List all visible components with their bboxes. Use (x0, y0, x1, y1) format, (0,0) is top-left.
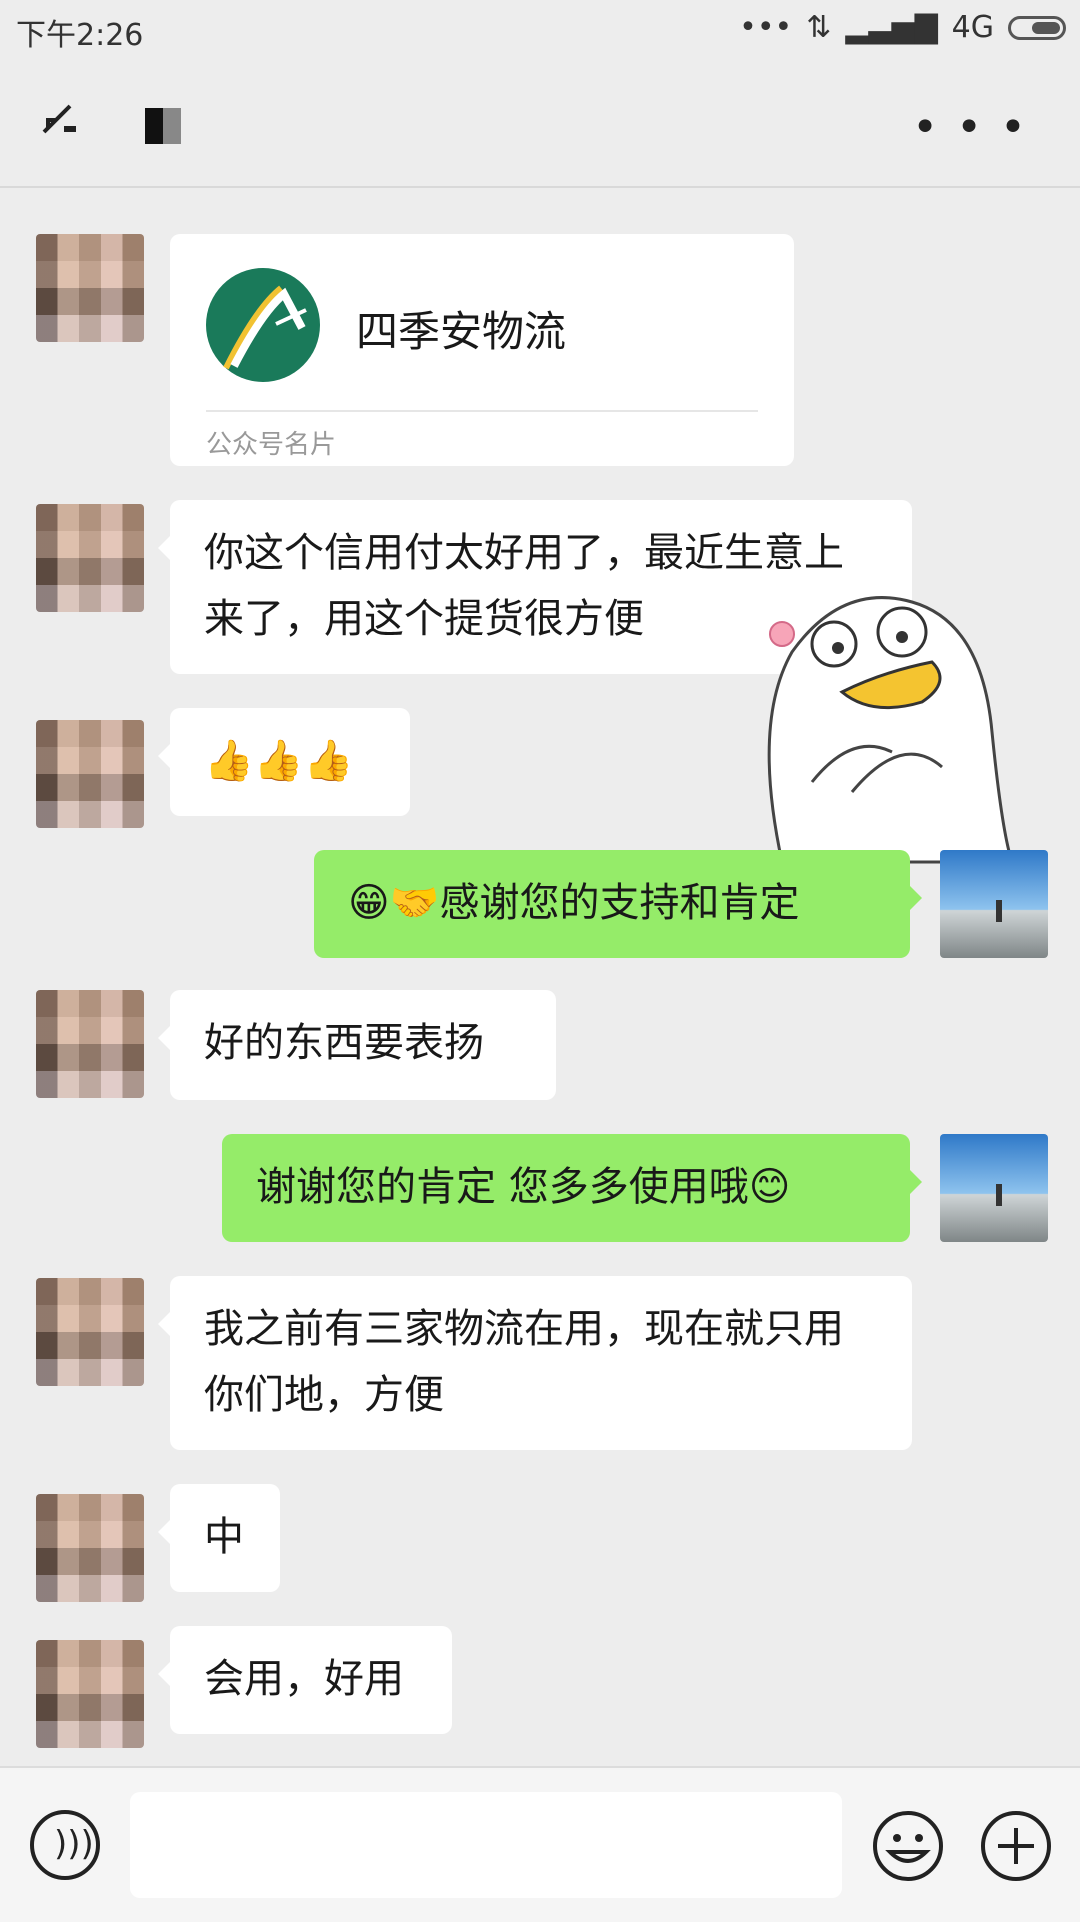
message-text: 中 (204, 1514, 244, 1560)
message-text: 我之前有三家物流在用，现在就只用你们地，方便 (204, 1306, 844, 1418)
official-account-card[interactable]: 四季安物流 公众号名片 (170, 234, 794, 466)
smile-icon: 😊 (748, 1164, 791, 1210)
message-text: 你这个信用付太好用了，最近生意上来了，用这个提货很方便 (204, 530, 844, 642)
voice-icon[interactable]: ))) (30, 1810, 100, 1880)
status-time: 下午2:26 (16, 18, 144, 53)
avatar[interactable] (36, 1494, 144, 1602)
data-arrows-icon: ⇅ (806, 10, 832, 45)
network-type: 4G (951, 10, 994, 45)
chat-header: • • • (0, 56, 1080, 188)
message-text: 感谢您的支持和肯定 (439, 880, 800, 926)
thumbs-up-icon: 👍👍👍 (204, 738, 354, 784)
plus-icon[interactable] (980, 1810, 1052, 1882)
contact-name-redacted (145, 108, 181, 144)
grin-handshake-icon: 😁🤝 (348, 880, 440, 926)
battery-icon (1008, 15, 1066, 40)
card-title: 四季安物流 (356, 307, 567, 356)
message-input[interactable] (130, 1792, 842, 1898)
message-text: 谢谢您的肯定 您多多使用哦 (256, 1164, 749, 1210)
avatar[interactable] (36, 504, 144, 612)
back-icon[interactable] (40, 96, 80, 136)
signal-icon: ▂▃▅▇ (845, 10, 938, 45)
dots-icon: ••• (739, 10, 793, 45)
avatar[interactable] (36, 1278, 144, 1386)
status-icons: ••• ⇅ ▂▃▅▇ 4G (739, 10, 1066, 45)
my-avatar[interactable] (940, 850, 1048, 958)
message-text: 好的东西要表扬 (204, 1020, 484, 1066)
my-avatar[interactable] (940, 1134, 1048, 1242)
card-divider (206, 410, 758, 412)
message-bubble-me[interactable]: 谢谢您的肯定 您多多使用哦😊 (222, 1134, 922, 1242)
message-bubble[interactable]: 我之前有三家物流在用，现在就只用你们地，方便 (158, 1276, 912, 1450)
message-text: 会用，好用 (204, 1656, 404, 1702)
message-bubble[interactable]: 好的东西要表扬 (158, 990, 556, 1100)
message-bubble[interactable]: 会用，好用 (158, 1626, 452, 1734)
logistics-logo-icon (206, 268, 320, 382)
duck-sticker[interactable] (752, 582, 1020, 872)
input-bar: ))) (0, 1766, 1080, 1922)
message-bubble[interactable]: 中 (158, 1484, 280, 1592)
more-icon[interactable]: • • • (912, 102, 1028, 153)
emoji-icon[interactable] (872, 1810, 944, 1882)
message-bubble[interactable]: 👍👍👍 (158, 708, 410, 816)
avatar[interactable] (36, 1640, 144, 1748)
avatar[interactable] (36, 990, 144, 1098)
message-bubble-me[interactable]: 😁🤝感谢您的支持和肯定 (314, 850, 922, 958)
card-subtitle: 公众号名片 (206, 430, 337, 460)
avatar[interactable] (36, 720, 144, 828)
status-bar: 下午2:26 ••• ⇅ ▂▃▅▇ 4G (0, 0, 1080, 56)
avatar[interactable] (36, 234, 144, 342)
